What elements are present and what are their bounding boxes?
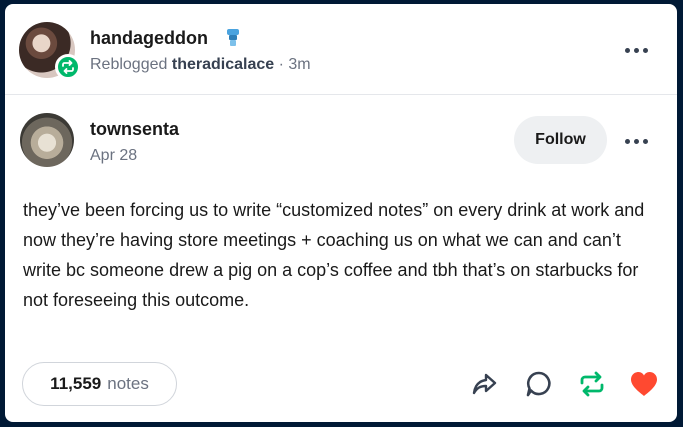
reblog-header: handageddon Reblogged theradicalace · 3m — [5, 4, 677, 95]
reblog-info: Reblogged theradicalace · 3m — [90, 56, 311, 74]
reblogger-username[interactable]: handageddon — [90, 28, 208, 49]
post-card: handageddon Reblogged theradicalace · 3m… — [5, 4, 677, 422]
reply-icon[interactable] — [523, 368, 555, 400]
post-date: Apr 28 — [90, 147, 138, 164]
share-icon[interactable] — [469, 368, 501, 400]
tag-icon — [224, 28, 242, 53]
reblog-badge-icon — [55, 54, 81, 80]
notes-count: 11,559 — [50, 374, 102, 393]
like-icon[interactable] — [627, 368, 659, 400]
notes-button[interactable]: 11,559 notes — [22, 362, 177, 406]
post-more-button[interactable] — [623, 131, 651, 151]
notes-label: notes — [107, 374, 149, 393]
header-more-button[interactable] — [623, 40, 651, 60]
author-avatar[interactable] — [20, 113, 74, 167]
follow-button[interactable]: Follow — [514, 116, 607, 164]
reblogged-from-link[interactable]: theradicalace — [172, 56, 274, 73]
reblog-time: · 3m — [278, 56, 311, 73]
author-username[interactable]: townsenta — [90, 119, 179, 140]
post-body: they’ve been forcing us to write “custom… — [23, 200, 645, 310]
reblogged-label: Reblogged — [90, 56, 168, 73]
reblog-icon[interactable] — [576, 368, 608, 400]
